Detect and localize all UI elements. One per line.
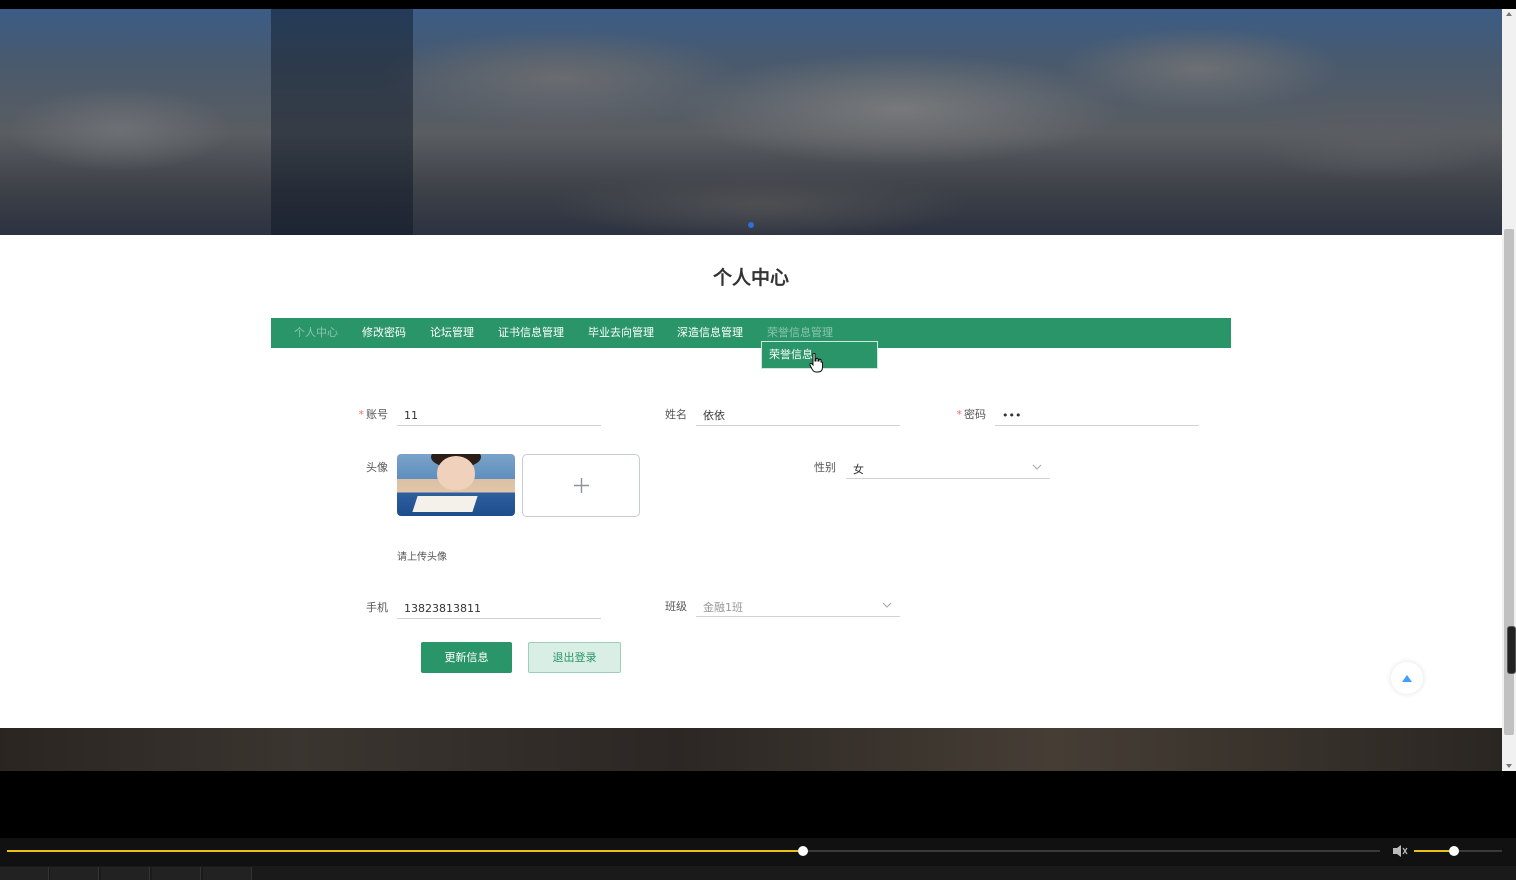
password-input[interactable]: [995, 405, 1199, 426]
name-label: 姓名: [665, 408, 687, 421]
gender-label: 性别: [814, 461, 836, 474]
name-field[interactable]: [696, 404, 900, 426]
taskbar-button[interactable]: [50, 867, 99, 880]
update-info-button[interactable]: 更新信息: [421, 642, 512, 673]
volume-track[interactable]: [1414, 846, 1502, 856]
avatar-hint: 请上传头像: [397, 552, 447, 563]
phone-label: 手机: [366, 601, 388, 614]
nav-item-personal-center[interactable]: 个人中心: [294, 318, 338, 348]
class-select[interactable]: 金融1班: [696, 595, 900, 617]
phone-field[interactable]: [397, 597, 601, 619]
progress-knob[interactable]: [798, 846, 809, 856]
video-player-controls: [0, 838, 1516, 866]
password-field[interactable]: [995, 404, 1199, 426]
back-to-top-button[interactable]: [1391, 662, 1423, 694]
hand-cursor-icon: [809, 353, 823, 373]
phone-input[interactable]: [397, 598, 601, 619]
name-input[interactable]: [696, 405, 900, 425]
banner-image: [0, 9, 1502, 235]
taskbar: [0, 866, 1516, 880]
account-label: * 账号: [358, 408, 389, 421]
account-input[interactable]: [397, 405, 601, 426]
taskbar-button[interactable]: [0, 867, 49, 880]
side-handle[interactable]: [1507, 626, 1516, 674]
chevron-down-icon: [882, 602, 892, 608]
taskbar-button[interactable]: [152, 867, 201, 880]
avatar-label: 头像: [366, 461, 388, 474]
class-label: 班级: [665, 600, 687, 613]
nav-item-forum[interactable]: 论坛管理: [430, 318, 474, 348]
class-value: 金融1班: [703, 601, 743, 614]
page-title: 个人中心: [712, 267, 789, 289]
gender-select[interactable]: 女: [846, 457, 1050, 479]
plus-icon: [574, 478, 589, 493]
logout-button[interactable]: 退出登录: [528, 642, 621, 673]
nav-item-further-study[interactable]: 深造信息管理: [677, 318, 743, 348]
taskbar-button[interactable]: [203, 867, 252, 880]
avatar-upload-button[interactable]: [522, 454, 640, 517]
caret-up-icon: [1402, 675, 1412, 682]
scroll-up-arrow-icon[interactable]: [1506, 12, 1512, 16]
banner-shade: [271, 9, 413, 235]
progress-fill: [7, 850, 804, 852]
progress-track[interactable]: [7, 846, 1380, 856]
chevron-down-icon: [1032, 464, 1042, 470]
password-label: * 密码: [956, 408, 987, 421]
volume-fill: [1414, 850, 1454, 852]
account-field[interactable]: [397, 404, 601, 426]
nav-bar: 个人中心 修改密码 论坛管理 证书信息管理 毕业去向管理 深造信息管理 荣誉信息…: [271, 318, 1231, 348]
taskbar-button[interactable]: [101, 867, 150, 880]
volume-icon[interactable]: [1391, 843, 1409, 859]
dropdown-item-honor-info[interactable]: 荣誉信息: [769, 342, 813, 368]
gender-value: 女: [853, 463, 864, 476]
footer-image: [0, 728, 1502, 771]
nav-item-graduation[interactable]: 毕业去向管理: [588, 318, 654, 348]
avatar-face-shape: [437, 456, 475, 490]
nav-item-certificate[interactable]: 证书信息管理: [498, 318, 564, 348]
volume-knob[interactable]: [1448, 846, 1459, 856]
browser-page: 个人中心 个人中心 修改密码 论坛管理 证书信息管理 毕业去向管理 深造信息管理…: [0, 9, 1502, 771]
avatar-book-shape: [412, 496, 478, 512]
avatar-image[interactable]: [397, 454, 515, 516]
nav-item-change-password[interactable]: 修改密码: [362, 318, 406, 348]
carousel-indicator[interactable]: [748, 222, 754, 228]
scroll-down-arrow-icon[interactable]: [1506, 764, 1512, 768]
